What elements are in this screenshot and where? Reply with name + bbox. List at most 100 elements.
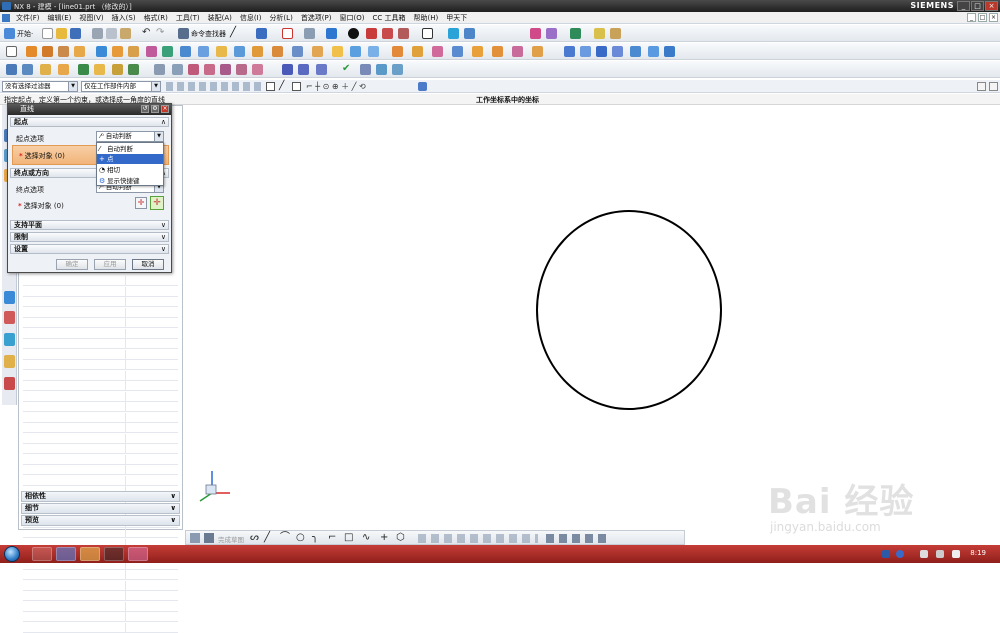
taskbar-nx-icon[interactable] <box>104 547 124 561</box>
selection-options-icon[interactable] <box>418 82 427 91</box>
select-end-object-label[interactable]: * 选择对象 (0) <box>18 201 64 211</box>
red-cube-icon[interactable] <box>366 28 377 39</box>
menu-preferences[interactable]: 首选项(P) <box>297 12 336 24</box>
shaded-cube-icon[interactable] <box>326 28 337 39</box>
menu-edit[interactable]: 编辑(E) <box>44 12 76 24</box>
new-file-icon[interactable] <box>42 28 53 39</box>
spline-icon[interactable] <box>580 46 591 57</box>
menu-tools[interactable]: 工具(T) <box>172 12 204 24</box>
project-curve-icon[interactable] <box>596 46 607 57</box>
navigator-section-preview[interactable]: 预览 ∨ <box>21 515 180 526</box>
dropdown-option-show-shortcuts[interactable]: ⚙ 显示快捷键 <box>97 176 163 186</box>
tray-language-icon[interactable] <box>882 550 890 558</box>
start-button[interactable]: 开始· <box>17 29 33 39</box>
navigator-section-details[interactable]: 细节 ∨ <box>21 503 180 514</box>
menu-app-icon[interactable] <box>2 14 10 22</box>
shell-body-icon[interactable] <box>360 64 371 75</box>
snap-midpoint-icon[interactable]: ╱ <box>279 81 284 92</box>
draft-icon[interactable] <box>610 28 621 39</box>
navigator-section-dependencies[interactable]: 相依性 ∨ <box>21 491 180 502</box>
menu-jiatianxia[interactable]: 甲天下 <box>442 12 471 24</box>
paste-face-icon[interactable] <box>128 64 139 75</box>
ok-button[interactable]: 确定 <box>56 259 88 270</box>
wcs-orient-icon[interactable] <box>464 28 475 39</box>
surface-icon[interactable] <box>392 46 403 57</box>
unite-icon[interactable] <box>146 46 157 57</box>
sketch-icon[interactable] <box>190 533 200 543</box>
line-tool-icon[interactable]: ╱ <box>230 28 241 39</box>
tray-network-icon[interactable] <box>920 550 928 558</box>
apply-button[interactable]: 应用 <box>94 259 126 270</box>
tray-action-center-icon[interactable] <box>952 550 960 558</box>
analysis-icon[interactable] <box>570 28 581 39</box>
wcs-icon[interactable] <box>448 28 459 39</box>
selection-tools-icons[interactable] <box>166 82 262 91</box>
bounded-plane-icon[interactable] <box>452 46 463 57</box>
ruler-icon[interactable] <box>594 28 605 39</box>
taskbar-clock[interactable]: 8:19 <box>970 549 986 557</box>
menu-assemblies[interactable]: 装配(A) <box>204 12 236 24</box>
make-symmetric-icon[interactable] <box>220 64 231 75</box>
tray-help-icon[interactable] <box>896 550 904 558</box>
command-finder-icon[interactable] <box>178 28 189 39</box>
snap-endpoint-icon[interactable] <box>266 82 275 91</box>
make-coplanar-icon[interactable] <box>172 64 183 75</box>
doc-restore-button[interactable]: □ <box>978 13 987 22</box>
start-option-dropdown[interactable]: ⁄⁰ 自动判断 ▼ <box>96 131 164 142</box>
cancel-button[interactable]: 取消 <box>132 259 164 270</box>
rotate-icon[interactable] <box>304 28 315 39</box>
reset-icon[interactable]: ↺ <box>141 105 149 113</box>
inferred-point-icon[interactable]: ✛ <box>150 196 164 210</box>
revolve-icon[interactable] <box>42 46 53 57</box>
dialog-close-icon[interactable]: × <box>161 105 169 113</box>
cylinder-icon[interactable] <box>368 46 379 57</box>
cut-icon[interactable] <box>92 28 103 39</box>
pad-icon[interactable] <box>96 46 107 57</box>
bridge-curve-icon[interactable] <box>648 46 659 57</box>
minimize-button[interactable]: _ <box>957 1 970 11</box>
snap-tools-icons[interactable]: ⌐ ┼ ⊙ ⊕ ＋ ╱ ⟲ <box>306 81 366 92</box>
shell-icon[interactable] <box>216 46 227 57</box>
menu-window[interactable]: 窗口(O) <box>336 12 369 24</box>
type-filter-dropdown[interactable]: 没有选择过滤器 ▼ <box>2 81 78 92</box>
studio-surface-icon[interactable] <box>512 46 523 57</box>
make-tangent-icon[interactable] <box>204 64 215 75</box>
group-face-icon[interactable] <box>392 64 403 75</box>
slot-icon[interactable] <box>112 46 123 57</box>
linear-dimension-icon[interactable] <box>282 64 293 75</box>
offset-face-icon[interactable] <box>312 46 323 57</box>
circle-icon[interactable]: ○ <box>296 532 305 544</box>
start-button-icon[interactable] <box>4 546 20 562</box>
open-folder-icon[interactable] <box>56 28 67 39</box>
command-finder-button[interactable]: 命令查找器 <box>191 29 226 39</box>
doc-minimize-button[interactable]: _ <box>967 13 976 22</box>
extrude-icon[interactable] <box>26 46 37 57</box>
finish-sketch-icon[interactable] <box>204 533 214 543</box>
support-plane-section-header[interactable]: 支持平面 ∨ <box>10 220 169 230</box>
start-icon[interactable] <box>4 28 15 39</box>
block-icon[interactable] <box>350 46 361 57</box>
sketch-constraint-tools-icons[interactable] <box>546 534 606 543</box>
start-point-section-header[interactable]: 起点 ∧ <box>10 117 169 127</box>
move-face-icon[interactable] <box>6 64 17 75</box>
fit-view-icon[interactable] <box>282 28 293 39</box>
menu-cc-toolbox[interactable]: CC 工具箱 <box>368 12 409 24</box>
menu-file[interactable]: 文件(F) <box>12 12 44 24</box>
taskbar-word-icon[interactable] <box>56 547 76 561</box>
radial-dimension-icon[interactable] <box>316 64 327 75</box>
through-curves-icon[interactable] <box>412 46 423 57</box>
maximize-button[interactable]: □ <box>971 1 984 11</box>
offset-region-icon[interactable] <box>40 64 51 75</box>
sketch-edit-tools-icons[interactable] <box>418 534 538 543</box>
swept-icon[interactable] <box>432 46 443 57</box>
point-dialog-icon[interactable]: ✛ <box>135 197 147 209</box>
save-icon[interactable] <box>70 28 81 39</box>
snap-point-icon[interactable] <box>530 28 541 39</box>
close-button[interactable]: × <box>985 1 998 11</box>
pattern-icon[interactable] <box>272 46 283 57</box>
boss-icon[interactable] <box>74 46 85 57</box>
draft-feature-icon[interactable] <box>234 46 245 57</box>
toolbar-close-icon[interactable] <box>989 82 998 91</box>
taskbar-app-icon[interactable] <box>128 547 148 561</box>
history-icon[interactable] <box>4 333 15 346</box>
